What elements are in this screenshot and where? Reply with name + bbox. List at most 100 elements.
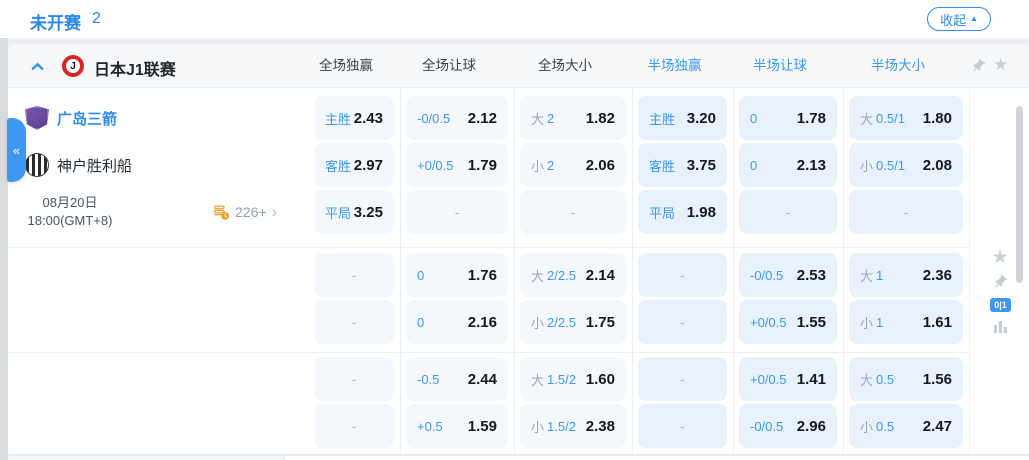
odds-label: 2 (547, 158, 554, 173)
odds-value: 2.43 (354, 110, 383, 127)
odds-label: -0/0.5 (750, 419, 783, 434)
league-header-row[interactable]: J 日本J1联赛 全场独赢 全场让球 全场大小 半场独赢 半场让球 半场大小 ★ (8, 44, 1029, 88)
odds-label: +0.5 (417, 419, 443, 434)
odds-page: 未开赛 2 收起 ▲ J 日本J1联赛 全场独赢 全场让球 全场大小 半场独赢 … (0, 0, 1029, 460)
odds-cell[interactable]: +0/0.51.55 (739, 300, 837, 344)
odds-cell[interactable]: 01.78 (739, 96, 837, 140)
odds-value: 2.08 (923, 157, 952, 174)
column-header-ht-1x2: 半场独赢 (624, 44, 725, 88)
odds-label: +0/0.5 (417, 158, 454, 173)
odds-cell[interactable]: 平局3.25 (314, 190, 394, 234)
odds-label: 平局 (649, 203, 675, 222)
status-count: 2 (92, 10, 101, 28)
odds-label: 0.5/1 (876, 111, 905, 126)
home-team-row[interactable]: 广岛三箭 (8, 96, 298, 140)
odds-cell[interactable]: 小0.52.47 (849, 404, 963, 448)
odds-label: 主胜 (649, 109, 675, 128)
odds-label: 0.5 (876, 372, 894, 387)
away-team-row[interactable]: 神户胜利船 (8, 143, 298, 187)
odds-cell[interactable]: 平局1.98 (638, 190, 727, 234)
collapsed-sidebar-strip (0, 38, 8, 460)
odds-value: 1.56 (923, 371, 952, 388)
odds-cell[interactable]: +0/0.51.79 (406, 143, 508, 187)
odds-row: -01.76大2/2.52.14--0/0.52.53大12.36 (308, 253, 969, 297)
odds-value: 2.16 (468, 314, 497, 331)
odds-cell[interactable]: 02.16 (406, 300, 508, 344)
odds-row: -+0.51.59小1.5/22.38--0/0.52.96小0.52.47 (308, 404, 969, 448)
empty-odds: - (325, 372, 383, 387)
star-icon[interactable]: ★ (993, 56, 1008, 73)
odds-label: -0/0.5 (750, 268, 783, 283)
odds-cell[interactable]: -0/0.52.96 (739, 404, 837, 448)
odds-label: 2/2.5 (547, 315, 576, 330)
status-label: 未开赛 (30, 9, 81, 34)
empty-odds: - (531, 205, 615, 220)
odds-cell[interactable]: +0/0.51.41 (739, 357, 837, 401)
odds-cell[interactable]: +0.51.59 (406, 404, 508, 448)
odds-cell[interactable]: 客胜2.97 (314, 143, 394, 187)
scrollbar-thumb[interactable] (1016, 106, 1023, 283)
odds-cell: - (638, 404, 727, 448)
odds-cell[interactable]: 小22.06 (520, 143, 626, 187)
odds-value: 1.61 (923, 314, 952, 331)
odds-value: 2.13 (797, 157, 826, 174)
odds-label: 0 (750, 158, 757, 173)
odds-value: 1.60 (586, 371, 615, 388)
empty-odds: - (860, 205, 952, 220)
pin-icon[interactable] (989, 271, 1012, 294)
odds-value: 1.75 (586, 314, 615, 331)
chevron-up-icon[interactable] (30, 59, 45, 74)
more-markets-link[interactable]: 226+ › (213, 190, 277, 234)
odds-cell[interactable]: 小11.61 (849, 300, 963, 344)
sidebar-expand-tab[interactable]: « (7, 118, 26, 182)
empty-odds: - (649, 315, 716, 330)
odds-label: 1 (876, 315, 883, 330)
odds-prefix: 大 (531, 266, 544, 285)
odds-cell[interactable]: 01.76 (406, 253, 508, 297)
pin-icon[interactable] (967, 55, 990, 78)
odds-cell[interactable]: 大0.5/11.80 (849, 96, 963, 140)
empty-odds: - (649, 419, 716, 434)
next-section-sliver (8, 456, 1029, 460)
league-card: J 日本J1联赛 全场独赢 全场让球 全场大小 半场独赢 半场让球 半场大小 ★ (8, 44, 1029, 455)
score-badge[interactable]: 0|1 (990, 298, 1011, 312)
column-header-ft-overunder: 全场大小 (506, 44, 624, 88)
odds-cell[interactable]: -0.52.44 (406, 357, 508, 401)
odds-cell[interactable]: 大12.36 (849, 253, 963, 297)
empty-odds: - (649, 372, 716, 387)
odds-prefix: 大 (531, 109, 544, 128)
star-icon[interactable]: ★ (983, 248, 1017, 267)
bar-chart-icon[interactable] (993, 319, 1008, 334)
odds-label: +0/0.5 (750, 315, 787, 330)
odds-cell[interactable]: -0/0.52.53 (739, 253, 837, 297)
triangle-up-icon: ▲ (970, 15, 978, 23)
league-name: 日本J1联赛 (94, 56, 176, 80)
odds-label: 0.5/1 (876, 158, 905, 173)
odds-label: +0/0.5 (750, 372, 787, 387)
odds-cell[interactable]: 小2/2.51.75 (520, 300, 626, 344)
column-header-ht-overunder: 半场大小 (835, 44, 961, 88)
odds-cell[interactable]: 小0.5/12.08 (849, 143, 963, 187)
odds-cell[interactable]: 大1.5/21.60 (520, 357, 626, 401)
group-spacer (308, 347, 969, 357)
odds-value: 2.38 (586, 418, 615, 435)
odds-cell[interactable]: 大21.82 (520, 96, 626, 140)
odds-cell[interactable]: 主胜2.43 (314, 96, 394, 140)
empty-odds: - (750, 205, 826, 220)
odds-cell[interactable]: 小1.5/22.38 (520, 404, 626, 448)
odds-cell[interactable]: -0/0.52.12 (406, 96, 508, 140)
odds-cell[interactable]: 大2/2.52.14 (520, 253, 626, 297)
empty-odds: - (417, 205, 497, 220)
odds-cell[interactable]: 客胜3.75 (638, 143, 727, 187)
odds-value: 2.97 (354, 157, 383, 174)
odds-label: 0 (750, 111, 757, 126)
top-bar: 未开赛 2 收起 ▲ (0, 0, 1029, 38)
collapse-all-button[interactable]: 收起 ▲ (927, 7, 991, 31)
odds-value: 2.06 (586, 157, 615, 174)
odds-prefix: 小 (531, 417, 544, 436)
odds-cell[interactable]: 主胜3.20 (638, 96, 727, 140)
odds-cell: - (406, 190, 508, 234)
odds-cell[interactable]: 02.13 (739, 143, 837, 187)
odds-cell[interactable]: 大0.51.56 (849, 357, 963, 401)
home-team-name: 广岛三箭 (57, 108, 117, 129)
